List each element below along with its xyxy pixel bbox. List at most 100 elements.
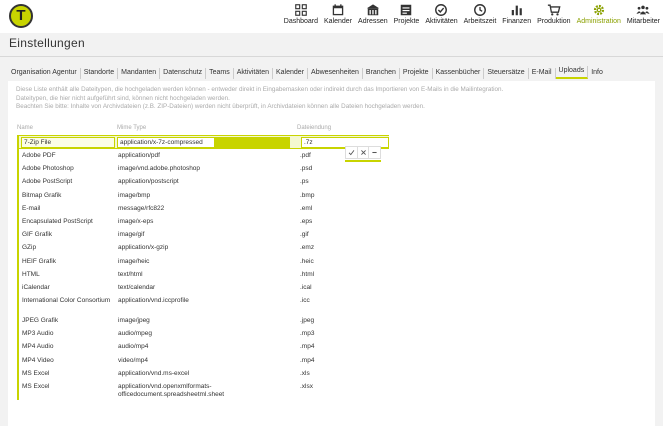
table-row[interactable]: International Color Consortium applicatio… — [19, 294, 389, 314]
tab-kassenbücher[interactable]: Kassenbücher — [433, 68, 485, 79]
table-row[interactable]: GIF Grafik image/gif .gif — [19, 228, 389, 241]
table-row[interactable]: Adobe Photoshop image/vnd.adobe.photoshop… — [19, 162, 389, 175]
nav-item-projekte[interactable]: Projekte — [391, 0, 423, 33]
tab-steuersätze[interactable]: Steuersätze — [484, 68, 529, 79]
info-line: Beachten Sie bitte: Inhalte von Archivda… — [16, 103, 425, 110]
tab-aktivitäten[interactable]: Aktivitäten — [234, 68, 273, 79]
cell-name: JPEG Grafik — [22, 317, 59, 325]
cancel-button[interactable] — [358, 147, 370, 158]
cell-extension: .gif — [300, 231, 309, 239]
cell-name: HTML — [22, 270, 40, 278]
tab-info[interactable]: Info — [588, 68, 606, 79]
tab-teams[interactable]: Teams — [206, 68, 234, 79]
cell-extension: .ps — [300, 178, 309, 186]
tab-organisation-agentur[interactable]: Organisation Agentur — [8, 68, 81, 79]
cell-mime-type: application/vnd.openxmlformats-officedoc… — [118, 383, 225, 398]
nav-label: Administration — [576, 18, 621, 25]
cell-extension: .psd — [300, 165, 313, 173]
table-row[interactable]: MP3 Audio audio/mpeg .mp3 — [19, 327, 389, 340]
table-row[interactable]: JPEG Grafik image/jpeg .jpeg — [19, 314, 389, 327]
logo-letter: T — [16, 7, 26, 24]
table-row[interactable]: MS Excel application/vnd.openxmlformats-o… — [19, 380, 389, 400]
tab-e-mail[interactable]: E-Mail — [529, 68, 556, 79]
info-line: Dateitypen, die hier nicht aufgeführt si… — [16, 94, 230, 102]
page-title: Einstellungen — [9, 36, 85, 50]
cell-extension: .eml — [300, 204, 313, 212]
tab-datenschutz[interactable]: Datenschutz — [160, 68, 207, 79]
cell-extension: .jpeg — [300, 317, 315, 325]
top-navigation-bar: T Dashboard Kalender Adressen Projekte Aktiv… — [0, 0, 663, 33]
cell-name: iCalendar — [22, 283, 50, 291]
clock-icon — [474, 4, 486, 16]
nav-item-arbeitszeit[interactable]: Arbeitszeit — [461, 0, 500, 33]
tab-kalender[interactable]: Kalender — [273, 68, 309, 79]
table-row[interactable]: HTML text/html .html — [19, 268, 389, 281]
cell-mime-type: text/html — [118, 270, 143, 278]
tab-mandanten[interactable]: Mandanten — [118, 68, 161, 79]
remove-button[interactable] — [369, 147, 380, 158]
building-icon — [366, 4, 379, 16]
tab-projekte[interactable]: Projekte — [400, 68, 433, 79]
table-row[interactable]: HEIF Grafik image/heic .heic — [19, 255, 389, 268]
check-icon — [348, 150, 355, 156]
tab-abwesenheiten[interactable]: Abwesenheiten — [308, 68, 363, 79]
cell-extension: .ical — [300, 283, 312, 291]
cell-name: MP4 Audio — [22, 343, 54, 351]
cell-extension: .html — [300, 270, 315, 278]
nav-item-administration[interactable]: Administration — [574, 0, 624, 33]
nav-label: Dashboard — [283, 18, 319, 25]
cell-mime-type: application/vnd.ms-excel — [118, 369, 190, 377]
cell-name: HEIF Grafik — [22, 257, 56, 265]
tab-uploads[interactable]: Uploads — [555, 66, 589, 79]
nav-label: Kalender — [324, 18, 353, 25]
table-row[interactable]: MP4 Video video/mp4 .mp4 — [19, 354, 389, 367]
cell-name: MS Excel — [22, 369, 50, 377]
column-header-name: Name — [17, 125, 34, 131]
table-row[interactable]: MP4 Audio audio/mp4 .mp4 — [19, 340, 389, 353]
nav-item-finanzen[interactable]: Finanzen — [499, 0, 534, 33]
nav-item-dashboard[interactable]: Dashboard — [281, 0, 321, 33]
tab-standorte[interactable]: Standorte — [81, 68, 119, 79]
nav-item-kalender[interactable]: Kalender — [321, 0, 355, 33]
cell-mime-type: application/pdf — [118, 152, 160, 159]
row-actions — [345, 146, 381, 159]
nav-label: Arbeitszeit — [463, 18, 497, 25]
table-row[interactable]: Adobe PDF application/pdf .pdf — [19, 149, 389, 162]
cell-name: MP3 Audio — [22, 330, 54, 338]
main-nav: Dashboard Kalender Adressen Projekte Aktivit… — [281, 0, 663, 33]
cell-name: GIF Grafik — [22, 231, 52, 239]
nav-item-aktivitaeten[interactable]: Aktivitäten — [422, 0, 460, 33]
table-row[interactable]: E-mail message/rfc822 .eml — [19, 202, 389, 215]
app-logo[interactable]: T — [9, 4, 33, 28]
edit-row — [19, 135, 389, 149]
tab-branchen[interactable]: Branchen — [363, 68, 400, 79]
name-input[interactable] — [21, 137, 115, 148]
table-row[interactable]: GZip application/x-gzip .emz — [19, 241, 389, 254]
gear-icon — [593, 4, 604, 16]
nav-item-produktion[interactable]: Produktion — [534, 0, 573, 33]
mime-type-input[interactable] — [117, 137, 214, 148]
info-text: Diese Liste enthält alle Dateitypen, die… — [16, 86, 636, 112]
people-icon — [636, 5, 651, 15]
cell-mime-type: text/calendar — [118, 283, 156, 291]
cart-icon — [547, 4, 561, 16]
cell-extension: .mp4 — [300, 343, 315, 351]
cell-extension: .mp3 — [300, 330, 315, 338]
table-row[interactable]: Encapsulated PostScript image/x-eps .eps — [19, 215, 389, 228]
nav-item-mitarbeiter[interactable]: Mitarbeiter — [624, 0, 663, 33]
cell-mime-type: application/vnd.iccprofile — [118, 297, 189, 305]
table-row[interactable]: Bitmap Grafik image/bmp .bmp — [19, 189, 389, 202]
cell-name: MS Excel — [22, 383, 50, 390]
table-row[interactable]: MS Excel application/vnd.ms-excel .xls — [19, 367, 389, 380]
check-circle-icon — [435, 4, 448, 16]
confirm-button[interactable] — [346, 147, 358, 158]
cell-name: E-mail — [22, 204, 41, 212]
table-row[interactable]: iCalendar text/calendar .ical — [19, 281, 389, 294]
column-header-mime: Mime Type — [117, 125, 147, 131]
cell-extension: .emz — [300, 244, 315, 252]
table-body: Adobe PDFapplication/pdf.pdfAdobe Photos… — [17, 135, 389, 400]
table-row[interactable]: Adobe PostScript application/postscript .p… — [19, 175, 389, 188]
cell-name: Encapsulated PostScript — [22, 217, 93, 225]
close-icon — [360, 150, 366, 155]
nav-item-adressen[interactable]: Adressen — [355, 0, 391, 33]
